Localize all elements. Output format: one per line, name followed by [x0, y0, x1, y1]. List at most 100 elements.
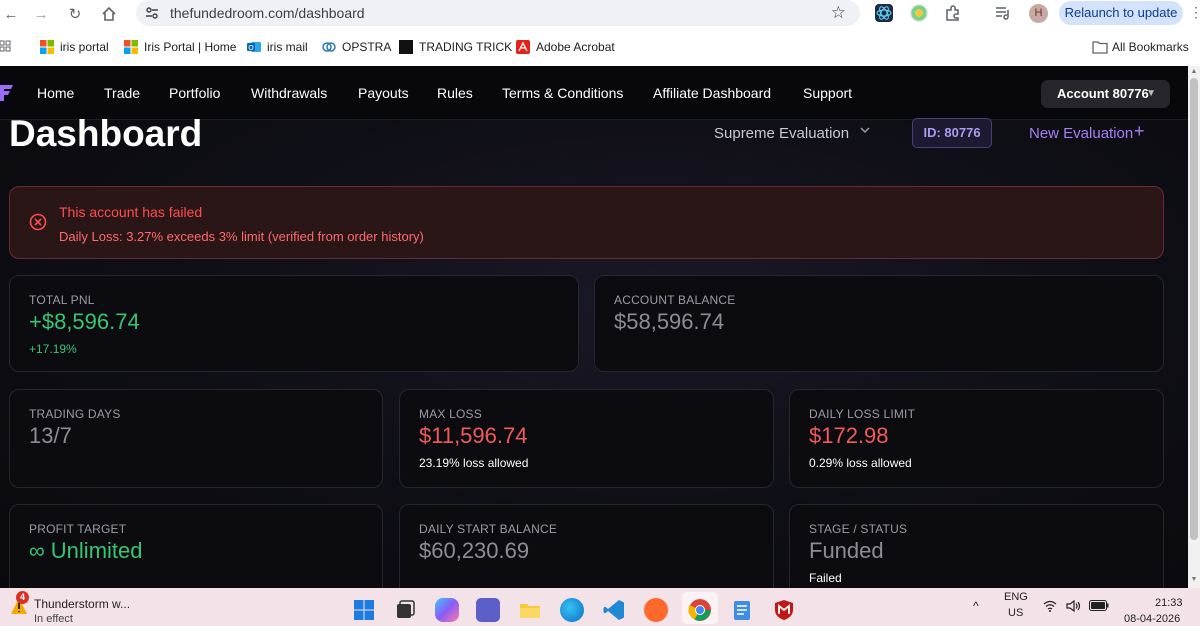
- card-label: PROFIT TARGET: [29, 522, 127, 536]
- profit-target-card: PROFIT TARGET ∞ Unlimited: [9, 504, 383, 588]
- funded-room-logo[interactable]: [0, 85, 14, 101]
- nav-payouts[interactable]: Payouts: [358, 85, 409, 101]
- trading-days-value: 13/7: [29, 423, 72, 448]
- scrollbar-thumb[interactable]: [1190, 78, 1198, 540]
- battery-icon[interactable]: [1089, 600, 1109, 614]
- mcafee-icon[interactable]: [772, 598, 796, 622]
- total-pnl-card: TOTAL PNL +$8,596.74 +17.19%: [9, 275, 579, 372]
- app-viewport: Home Trade Portfolio Withdrawals Payouts…: [0, 66, 1188, 588]
- microsoft-icon: [40, 40, 54, 54]
- browser-toolbar: ← → ↻ thefundedroom.com/dashboard ☆ H Re…: [0, 0, 1200, 28]
- browser-menu-icon[interactable]: ⋮: [1189, 4, 1200, 21]
- max-loss-allowed: 23.19% loss allowed: [419, 456, 529, 470]
- bookmark-label: Adobe Acrobat: [536, 40, 615, 54]
- extensions-puzzle-icon[interactable]: [944, 4, 962, 22]
- relaunch-to-update-button[interactable]: Relaunch to update: [1059, 1, 1183, 25]
- language-indicator[interactable]: ENG: [1004, 591, 1028, 603]
- bookmark-label: iris mail: [267, 40, 308, 54]
- clock-date[interactable]: 08-04-2026: [1124, 613, 1180, 625]
- opstra-icon: [322, 40, 336, 54]
- chevron-down-icon[interactable]: [859, 124, 871, 139]
- address-bar[interactable]: thefundedroom.com/dashboard ☆: [136, 0, 860, 26]
- folder-icon: [1092, 40, 1108, 54]
- account-id-badge: ID: 80776: [912, 118, 992, 148]
- bookmark-label: Iris Portal | Home: [144, 40, 237, 54]
- home-icon[interactable]: [98, 3, 120, 25]
- account-dropdown-button[interactable]: Account 80776 ▼: [1041, 80, 1170, 108]
- total-pnl-percent: +17.19%: [29, 342, 77, 356]
- nav-portfolio[interactable]: Portfolio: [169, 85, 220, 101]
- nav-home[interactable]: Home: [37, 85, 74, 101]
- weather-subtitle: In effect: [34, 613, 73, 625]
- microsoft-icon: [124, 40, 138, 54]
- plus-icon[interactable]: +: [1134, 121, 1145, 142]
- account-balance-card: ACCOUNT BALANCE $58,596.74: [594, 275, 1164, 372]
- alert-title: This account has failed: [59, 204, 203, 220]
- svg-text:O: O: [248, 44, 254, 52]
- tray-chevron-up-icon[interactable]: ^: [973, 599, 979, 613]
- alert-message: Daily Loss: 3.27% exceeds 3% limit (veri…: [59, 229, 424, 244]
- profile-avatar[interactable]: H: [1029, 4, 1048, 23]
- windows-start-icon[interactable]: [352, 598, 376, 622]
- card-label: TRADING DAYS: [29, 407, 121, 421]
- site-info-icon[interactable]: [144, 5, 160, 21]
- language-region: US: [1008, 607, 1024, 619]
- url-text[interactable]: thefundedroom.com/dashboard: [170, 5, 365, 21]
- bookmark-label: TRADING TRICK: [419, 40, 513, 54]
- wifi-icon[interactable]: [1043, 600, 1057, 615]
- task-view-icon[interactable]: [393, 598, 417, 622]
- weather-title[interactable]: Thunderstorm w...: [34, 597, 130, 611]
- scroll-up-icon[interactable]: ▲: [1190, 68, 1198, 76]
- nav-support[interactable]: Support: [803, 85, 852, 101]
- teams-icon[interactable]: [476, 598, 500, 622]
- evaluation-select[interactable]: Supreme Evaluation: [714, 125, 849, 142]
- clock-time[interactable]: 21:33: [1155, 597, 1183, 609]
- extension-icon[interactable]: [910, 4, 928, 22]
- new-evaluation-button[interactable]: New Evaluation: [1029, 125, 1133, 142]
- account-label: Account 80776: [1057, 86, 1149, 101]
- bookmark-trading-trick[interactable]: TRADING TRICK: [399, 39, 512, 55]
- error-circle-x-icon: [29, 213, 47, 231]
- all-bookmarks-label: All Bookmarks: [1112, 40, 1189, 54]
- nav-rules[interactable]: Rules: [437, 85, 473, 101]
- card-label: DAILY START BALANCE: [419, 522, 558, 536]
- acrobat-icon: [516, 40, 530, 54]
- trading-days-card: TRADING DAYS 13/7: [9, 389, 383, 488]
- scroll-down-icon[interactable]: ▼: [1190, 576, 1198, 584]
- volume-icon[interactable]: [1066, 599, 1082, 615]
- daily-loss-limit-value: $172.98: [809, 423, 889, 448]
- bookmark-opstra[interactable]: OPSTRA: [322, 39, 391, 55]
- card-label: ACCOUNT BALANCE: [614, 293, 736, 307]
- max-loss-value: $11,596.74: [419, 423, 528, 448]
- nav-trade[interactable]: Trade: [104, 85, 140, 101]
- apps-grid-icon[interactable]: [0, 39, 12, 55]
- nav-affiliate-dashboard[interactable]: Affiliate Dashboard: [653, 85, 771, 101]
- vscode-icon[interactable]: [602, 598, 626, 622]
- bookmark-iris-portal[interactable]: iris portal: [40, 39, 109, 55]
- back-icon[interactable]: ←: [0, 3, 22, 25]
- edge-icon[interactable]: [560, 598, 584, 622]
- bookmark-iris-portal-home[interactable]: Iris Portal | Home: [124, 39, 236, 55]
- bookmark-star-icon[interactable]: ☆: [831, 3, 846, 23]
- card-label: TOTAL PNL: [29, 293, 95, 307]
- file-explorer-icon[interactable]: [518, 598, 542, 622]
- app-icon[interactable]: [644, 598, 668, 622]
- reload-icon[interactable]: ↻: [64, 3, 86, 25]
- page-scrollbar[interactable]: ▲ ▼: [1188, 66, 1200, 588]
- nav-withdrawals[interactable]: Withdrawals: [251, 85, 327, 101]
- chrome-icon[interactable]: [688, 598, 712, 622]
- notepad-icon[interactable]: [730, 598, 754, 622]
- forward-icon[interactable]: →: [30, 3, 52, 25]
- bookmark-label: iris portal: [60, 40, 109, 54]
- account-failed-alert: This account has failed Daily Loss: 3.27…: [9, 186, 1164, 259]
- bookmarks-bar: iris portal Iris Portal | Home O iris ma…: [0, 28, 1200, 66]
- bookmark-adobe-acrobat[interactable]: Adobe Acrobat: [516, 39, 615, 55]
- all-bookmarks-button[interactable]: All Bookmarks: [1092, 39, 1189, 55]
- react-devtools-extension-icon[interactable]: [875, 4, 893, 22]
- copilot-icon[interactable]: [435, 598, 459, 622]
- bookmark-label: OPSTRA: [342, 40, 392, 54]
- top-navigation: Home Trade Portfolio Withdrawals Payouts…: [0, 66, 1188, 120]
- bookmark-iris-mail[interactable]: O iris mail: [247, 39, 308, 55]
- nav-terms-conditions[interactable]: Terms & Conditions: [502, 85, 623, 101]
- reading-list-icon[interactable]: [994, 4, 1012, 22]
